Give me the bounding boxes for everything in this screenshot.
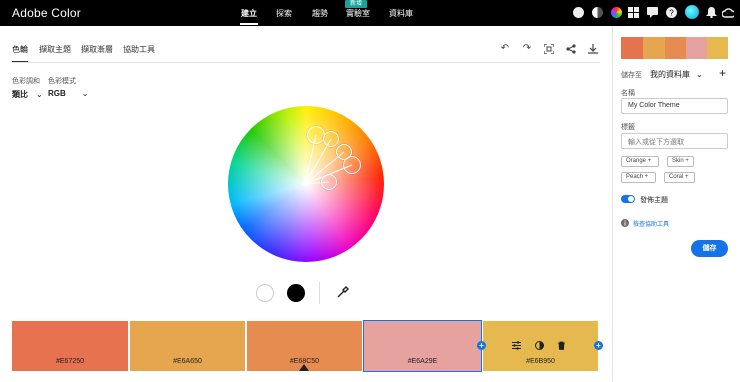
eyedropper-icon[interactable]	[336, 285, 350, 299]
harmony-value: 類比	[12, 90, 28, 99]
new-badge: 新增	[345, 0, 367, 8]
tab-divider	[12, 62, 600, 63]
tag-label: Skin	[672, 158, 684, 164]
library-select[interactable]: 我的資料庫 ⌄	[650, 69, 703, 80]
swatch-hex: #E67250	[55, 358, 85, 365]
save-to-label: 儲存至	[621, 72, 642, 79]
star-icon[interactable]	[573, 7, 584, 18]
swatch-3[interactable]: #E68C50	[247, 321, 362, 371]
app-title[interactable]: Adobe Color	[12, 6, 81, 20]
nav-create[interactable]: 建立	[241, 8, 257, 19]
check-accessibility-link[interactable]: 檢查協助工具	[633, 219, 669, 228]
color-wheel-icon[interactable]	[611, 7, 622, 18]
tab-extract-theme[interactable]: 擷取主題	[39, 44, 71, 55]
notifications-icon[interactable]	[706, 7, 717, 18]
tag-chip[interactable]: Peach +	[621, 172, 656, 183]
white-point-button[interactable]	[256, 284, 274, 302]
undo-icon[interactable]: ↶	[500, 44, 510, 54]
chevron-down-icon: ⌄	[696, 70, 703, 79]
nav-labs[interactable]: 實驗室	[346, 8, 370, 19]
share-icon[interactable]	[566, 44, 576, 54]
tag-label: Coral	[669, 174, 684, 180]
nav-library[interactable]: 資料庫	[389, 8, 413, 19]
avatar[interactable]	[685, 5, 699, 19]
tag-chip[interactable]: Coral +	[664, 172, 695, 183]
color-handle-5[interactable]	[321, 174, 337, 190]
add-swatch-button[interactable]: +	[477, 341, 486, 350]
save-button[interactable]: 儲存	[691, 240, 728, 257]
black-point-button[interactable]	[287, 284, 305, 302]
swatch-hex: #E6A29E	[407, 358, 438, 365]
tags-label: 標籤	[621, 124, 635, 131]
feedback-icon[interactable]	[647, 7, 658, 18]
svg-text:?: ?	[669, 9, 674, 18]
fullscreen-icon[interactable]	[544, 44, 554, 54]
harmony-select[interactable]: 類比 ⌄	[12, 89, 43, 100]
swatch-5[interactable]: #E6B950	[483, 321, 598, 371]
publish-toggle[interactable]	[621, 195, 635, 203]
nav-trends[interactable]: 趨勢	[312, 8, 328, 19]
creative-cloud-icon[interactable]	[722, 7, 734, 18]
tag-label: Peach	[626, 174, 644, 180]
harmony-lines	[303, 134, 353, 186]
swatch-strip: #E67250 #E6A650 #E68C50 #E6A29E #E6B950	[12, 320, 598, 372]
swatch-1[interactable]: #E67250	[12, 321, 128, 371]
download-icon[interactable]	[588, 44, 598, 54]
base-color-marker-icon	[299, 364, 309, 371]
nav-active-indicator	[240, 23, 258, 25]
picker-divider	[319, 282, 320, 304]
redo-icon[interactable]: ↷	[522, 44, 532, 54]
mode-label: 色彩模式	[48, 78, 76, 85]
mini-swatch-1	[621, 37, 643, 59]
mini-swatch-4	[686, 37, 707, 59]
publish-label: 發佈主題	[640, 197, 668, 204]
chevron-down-icon: ⌄	[81, 89, 89, 98]
swatch-4[interactable]: #E6A29E	[363, 320, 482, 372]
nav-explore[interactable]: 探索	[276, 8, 292, 19]
delete-icon[interactable]	[557, 341, 566, 350]
add-library-button[interactable]: +	[719, 66, 726, 80]
tab-color-wheel[interactable]: 色輪	[12, 44, 28, 55]
mode-value: RGB	[48, 89, 66, 98]
color-handle-1[interactable]	[307, 126, 325, 144]
swatch-2[interactable]: #E6A650	[130, 321, 245, 371]
info-icon	[621, 219, 629, 227]
mini-swatch-3	[665, 37, 686, 59]
tag-label: Orange	[626, 158, 647, 164]
chevron-down-icon: ⌄	[36, 90, 43, 99]
mini-swatch-5	[707, 37, 728, 59]
tags-input[interactable]: 輸入或從下方選取	[621, 133, 728, 149]
harmony-label: 色彩調和	[12, 78, 40, 85]
top-bar: Adobe Color 建立 探索 趨勢 新增 實驗室 資料庫 ?	[0, 0, 740, 26]
tag-chip[interactable]: Orange +	[621, 156, 659, 167]
help-icon[interactable]: ?	[666, 7, 677, 18]
tab-accessibility-tools[interactable]: 協助工具	[123, 44, 155, 55]
swatch-hex: #E6B950	[526, 358, 555, 365]
name-input[interactable]: My Color Theme	[621, 98, 728, 114]
contrast-toggle-icon[interactable]	[535, 341, 544, 350]
library-value: 我的資料庫	[650, 70, 690, 79]
add-swatch-end-button[interactable]: +	[594, 341, 603, 350]
adjust-icon[interactable]	[512, 341, 521, 350]
swatch-hex: #E6A650	[173, 358, 202, 365]
tab-bar: 色輪 擷取主題 擷取漸層 協助工具	[0, 44, 600, 64]
tab-extract-gradient[interactable]: 擷取漸層	[81, 44, 113, 55]
name-label: 名稱	[621, 90, 635, 97]
contrast-icon[interactable]	[592, 7, 603, 18]
color-handle-4[interactable]	[343, 156, 361, 174]
tag-chip[interactable]: Skin +	[667, 156, 694, 167]
mini-swatch-2	[643, 37, 665, 59]
mode-select[interactable]: RGB ⌄	[48, 89, 88, 98]
color-handle-2[interactable]	[323, 131, 339, 147]
grid-icon[interactable]	[628, 7, 639, 18]
